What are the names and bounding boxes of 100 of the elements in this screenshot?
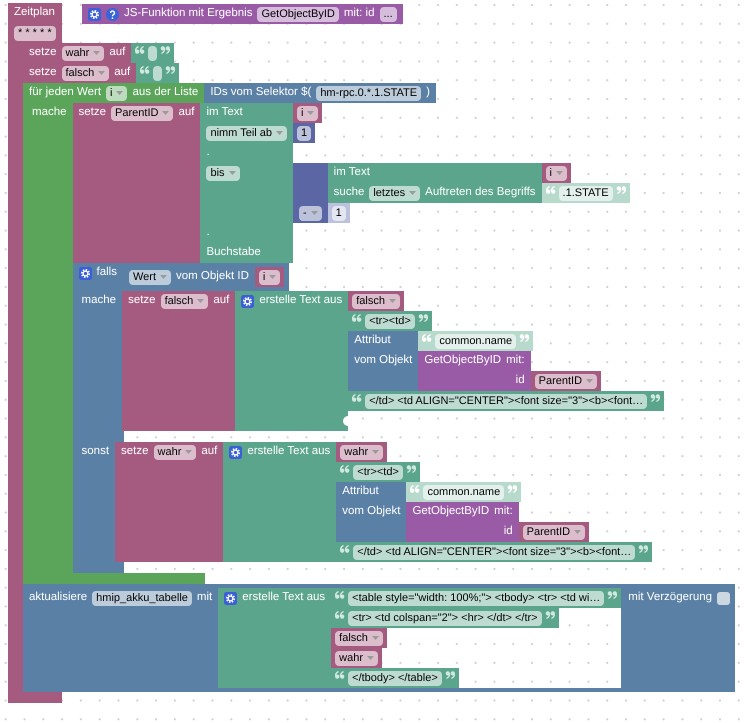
variable-block[interactable]: wahr [336,442,388,462]
arithmetic-block[interactable]: im Text i suche letztes Auftreten des Begriffs .1.STATE - 1 [293,163,630,223]
text-block[interactable]: </td> <td ALIGN="CENTER"><font size="3"><b><font… [348,391,664,411]
dropdown-field[interactable]: nimm Teil ab [206,126,287,140]
substring-block[interactable]: im Text i nimm Teil ab 1 . bis im Text i suche letztes Auftreten des Begriffs .1.STATE - 1 . Buchstabe [200,103,630,263]
variable-block[interactable]: i [254,267,284,287]
block-label: mit: id [344,8,374,20]
for-each-loop-block[interactable] [23,83,664,584]
dropdown-field[interactable]: wahr [340,444,384,460]
variable-block[interactable]: wahr [331,648,382,668]
dropdown-field[interactable]: Wert [128,270,172,284]
opening-quote-icon [340,545,350,553]
text-search-block[interactable]: im Text i suche letztes Auftreten des Begriffs .1.STATE [328,163,630,203]
text-field[interactable]: <tr> <td colspan="2"> <hr> </dt> </tr> [348,610,542,626]
text-block[interactable]: </td> <td ALIGN="CENTER"><font size="3"><b><font… [336,542,652,562]
text-field[interactable]: ... [380,6,397,22]
settings-gear-icon[interactable] [229,446,242,458]
text-field[interactable]: </tbody> </table> [348,670,442,686]
settings-gear-icon[interactable] [78,266,92,280]
dropdown-field[interactable]: falsch [352,294,400,308]
number-block[interactable]: 1 [328,203,350,223]
join-text-block[interactable]: erstelle Text aus <table style="width: 100%;"> <tbody> <tr> <td wi… <tr> <td colspan="2"> <hr> </dt> </tr> falsch wahr </tbody> </table> [218,588,622,688]
text-block[interactable]: .1.STATE [542,183,630,203]
text-field[interactable]: <tr><td> [353,464,403,480]
block-label: vom Objekt ID [176,271,249,283]
dropdown-field[interactable]: - [299,206,322,220]
text-block[interactable]: common.name [406,482,522,502]
text-field[interactable]: hmip_akku_tabelle [92,590,192,606]
set-variable-block[interactable]: setze wahr auf erstelle Text aus wahr <tr><td> Attribut common.name vom Objekt GetObjectByID mit: id ParentID </td> <td ALIGN="CENTER"><font size="3"><b><font… [115,442,652,562]
text-block[interactable]: <tr><td> [348,311,432,331]
dropdown-field[interactable]: wahr [154,444,196,460]
block-label: GetObjectByID [424,355,502,367]
opening-quote-icon [140,66,150,74]
closing-quote-icon [418,314,428,322]
number-field[interactable]: 1 [297,126,312,140]
text-field[interactable]: </td> <td ALIGN="CENTER"><font size="3"><b><font… [365,394,648,408]
block-label: setze [128,295,156,307]
dropdown-field[interactable]: i [106,86,128,100]
text-field[interactable] [148,46,158,60]
text-block[interactable]: <tr><td> [336,462,420,482]
function-call-block[interactable]: GetObjectByID mit: id ParentID [406,502,590,542]
dropdown-field[interactable]: falsch [335,630,383,646]
block-label: GetObjectByID [412,506,490,518]
text-field[interactable]: common.name [423,484,504,500]
text-block[interactable]: <table style="width: 100%;"> <tbody> <tr> <td wi… [331,588,622,608]
dropdown-field[interactable]: ParentID [534,374,598,388]
update-block[interactable]: aktualisiere hmip_akku_tabelle mit erstelle Text aus <table style="width: 100%;"> <tbody> <tr> <td wi… <tr> <td colspan="2"> <hr> </dt> </tr> falsch wahr </tbody> </table> mit Verzögerung [23,584,736,692]
settings-gear-icon[interactable] [224,592,238,604]
dropdown-field[interactable]: i [297,106,318,120]
text-block[interactable]: common.name [418,331,534,351]
settings-gear-icon[interactable] [241,294,254,308]
caret-icon [388,299,396,303]
dropdown-field[interactable]: bis [206,166,240,180]
caret-icon [269,275,276,279]
variable-block[interactable]: ParentID [530,371,602,391]
variable-block[interactable]: ParentID [518,522,590,542]
help-icon[interactable] [106,8,119,20]
dropdown-field[interactable]: ParentID [111,106,174,120]
dropdown-field[interactable]: i [258,270,280,284]
text-field[interactable]: common.name [435,334,516,348]
text-field[interactable]: hm-rpc.0.*.1.STATE [316,86,422,100]
dropdown-field[interactable]: i [546,166,567,180]
dropdown-field[interactable]: letztes [369,186,420,200]
checkbox[interactable] [717,592,730,604]
join-text-block[interactable]: erstelle Text aus falsch <tr><td> Attribut common.name vom Objekt GetObjectByID mit: id ParentID </td> <td ALIGN="CENTER"><font size="3"><b><font… [235,291,664,431]
set-variable-block[interactable]: setze falsch auf [23,63,180,83]
caret-icon [372,636,379,640]
variable-block[interactable]: falsch [348,291,404,311]
variable-block[interactable]: falsch [331,628,387,648]
text-field[interactable]: <table style="width: 100%;"> <tbody> <tr> <td wi… [348,590,604,606]
set-variable-block[interactable]: setze falsch auf erstelle Text aus falsch <tr><td> Attribut common.name vom Objekt GetObjectByID mit: id ParentID </td> <td ALIGN="CENTER"><font size="3"><b><font… [122,291,664,431]
text-field[interactable]: <tr><td> [365,314,415,328]
dropdown-field[interactable]: wahr [335,650,378,666]
get-attribute-block[interactable]: Attribut common.name vom Objekt GetObjectByID mit: id ParentID [348,331,602,391]
block-label: Attribut [354,335,391,347]
text-field[interactable]: * * * * * [14,26,56,40]
join-text-block[interactable]: erstelle Text aus wahr <tr><td> Attribut common.name vom Objekt GetObjectByID mit: id ParentID </td> <td ALIGN="CENTER"><font size="3"><b><font… [223,442,652,562]
dropdown-field[interactable]: ParentID [522,524,586,540]
dropdown-field[interactable]: falsch [160,294,208,308]
dropdown-field[interactable]: falsch [62,66,110,80]
text-block[interactable]: </tbody> </table> [331,668,459,688]
text-field[interactable]: </td> <td ALIGN="CENTER"><font size="3"><b><font… [353,544,636,560]
number-block[interactable]: 1 [293,123,316,143]
set-variable-block[interactable]: setze wahr auf [23,43,174,63]
text-field[interactable]: .1.STATE [558,186,613,200]
empty-input-slot[interactable] [343,416,348,426]
dropdown-field[interactable]: wahr [62,46,104,60]
text-field[interactable]: GetObjectByID [257,6,339,22]
number-field[interactable]: 1 [332,206,346,220]
variable-block[interactable]: i [542,163,571,183]
block-label: suche [334,187,364,199]
get-attribute-block[interactable]: Attribut common.name vom Objekt GetObjectByID mit: id ParentID [336,482,590,542]
get-value-block[interactable]: Wert vom Objekt ID i [122,263,290,291]
settings-gear-icon[interactable] [88,8,101,20]
variable-block[interactable]: i [293,103,322,123]
selector-block[interactable]: IDs vom Selektor $( hm-rpc.0.*.1.STATE ) [204,83,436,103]
text-field[interactable] [153,66,162,80]
text-block[interactable]: <tr> <td colspan="2"> <hr> </dt> </tr> [331,608,559,628]
function-call-block[interactable]: GetObjectByID mit: id ParentID [418,351,602,391]
function-definition-block[interactable]: JS-Funktion mit Ergebnis GetObjectByID mit: id ... [82,4,403,24]
